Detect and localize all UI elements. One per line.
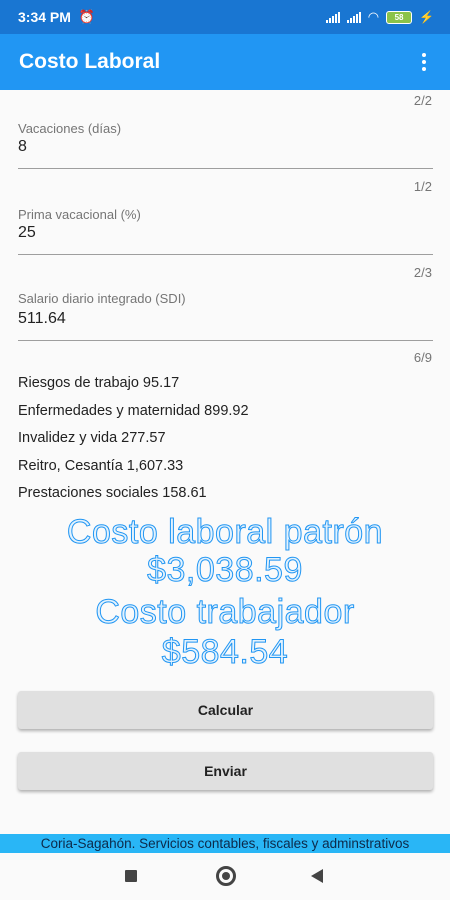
status-time: 3:34 PM: [18, 9, 71, 25]
main-content: 2/2 Vacaciones (días) 8 1/2 Prima vacaci…: [0, 90, 450, 830]
app-bar: Costo Laboral: [0, 34, 450, 90]
calculate-button[interactable]: Calcular: [18, 691, 433, 729]
vacation-premium-input[interactable]: 25: [18, 224, 36, 242]
footer-banner: Coria-Sagahón. Servicios contables, fisc…: [0, 834, 450, 853]
vacation-days-input[interactable]: 8: [18, 138, 27, 156]
result-line: Prestaciones sociales 158.61: [18, 485, 207, 501]
field-counter: 2/3: [413, 265, 432, 280]
employer-cost-label: Costo laboral patrón: [66, 513, 384, 552]
sdi-input[interactable]: 511.64: [18, 310, 66, 328]
sdi-label: Salario diario integrado (SDI): [18, 291, 186, 306]
field-counter: 1/2: [413, 179, 432, 194]
back-icon[interactable]: [311, 869, 323, 883]
footer-text: Coria-Sagahón. Servicios contables, fisc…: [40, 836, 410, 851]
status-bar: 3:34 PM ⏰ ◠ 58 ⚡: [0, 0, 450, 34]
recents-icon[interactable]: [125, 870, 137, 882]
home-icon[interactable]: [216, 866, 236, 886]
vacation-days-label: Vacaciones (días): [18, 121, 122, 136]
wifi-icon: ◠: [367, 9, 380, 24]
signal-icon-2: [346, 11, 361, 23]
more-vert-icon[interactable]: [414, 50, 434, 74]
worker-cost-value: $584.54: [161, 633, 289, 672]
charging-icon: ⚡: [419, 10, 434, 24]
result-line: Riesgos de trabajo 95.17: [18, 375, 180, 391]
employer-cost-value: $3,038.59: [147, 551, 303, 590]
result-line: Invalidez y vida 277.57: [18, 430, 166, 446]
signal-icon: [325, 11, 340, 23]
vacation-days-underline: [18, 168, 433, 169]
field-counter: 2/2: [413, 93, 432, 108]
vacation-premium-underline: [18, 254, 433, 255]
app-title: Costo Laboral: [19, 50, 161, 73]
results-counter: 6/9: [413, 350, 432, 365]
send-button[interactable]: Enviar: [18, 752, 433, 790]
result-line: Reitro, Cesantía 1,607.33: [18, 458, 184, 474]
battery-icon: 58: [386, 10, 413, 24]
alarm-icon: ⏰: [78, 9, 96, 24]
vacation-premium-label: Prima vacacional (%): [18, 207, 141, 222]
system-nav-bar: [0, 853, 450, 900]
worker-cost-label: Costo trabajador: [95, 593, 355, 632]
status-icons: ◠ 58 ⚡: [325, 9, 434, 25]
sdi-underline: [18, 340, 433, 341]
result-line: Enfermedades y maternidad 899.92: [18, 403, 249, 419]
